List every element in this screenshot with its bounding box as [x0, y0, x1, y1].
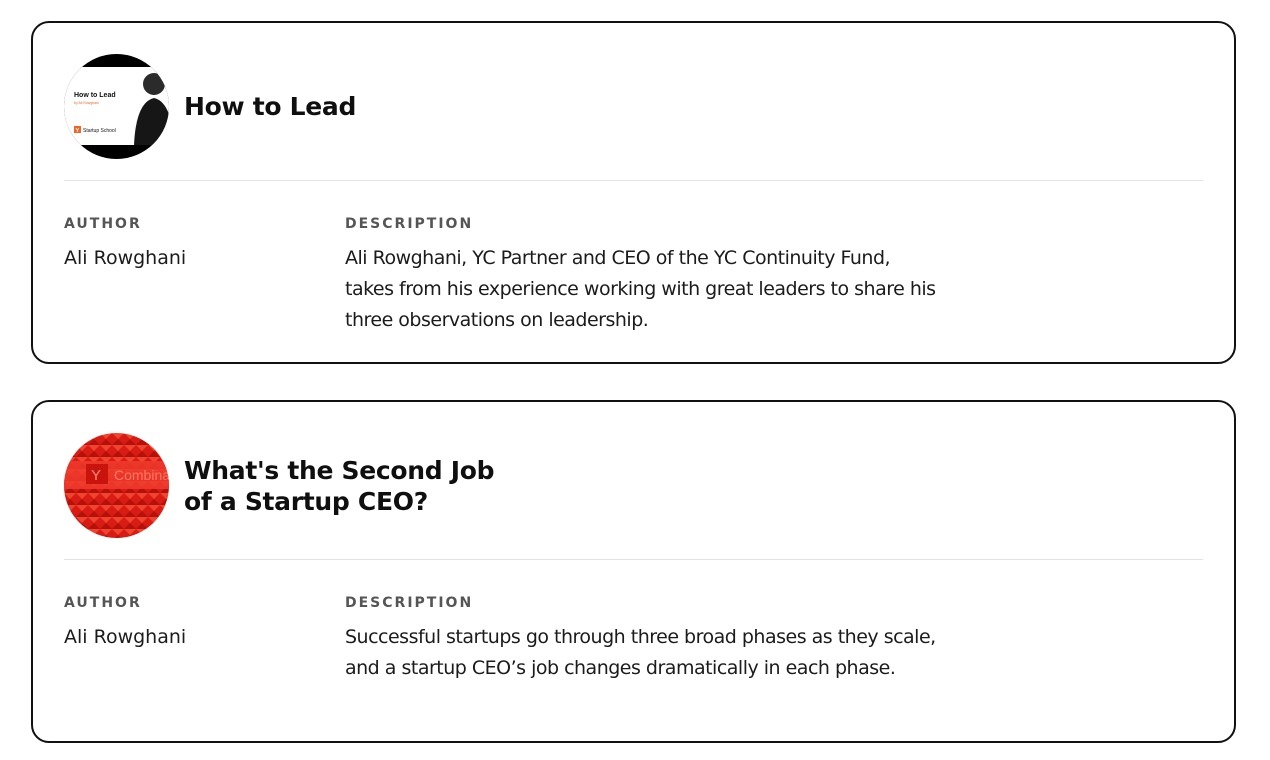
video-thumbnail-icon[interactable]: How to Lead by Ali Rowghani Y Startup Sc…	[64, 54, 169, 159]
svg-text:Y: Y	[76, 128, 80, 134]
card-title[interactable]: How to Lead	[184, 23, 514, 190]
author-name: Ali Rowghani	[64, 626, 187, 648]
divider	[64, 180, 1203, 181]
description-label: DESCRIPTION	[345, 595, 474, 611]
article-card[interactable]: Y Combina What's the Second Job of a Sta…	[31, 400, 1236, 743]
thumbnail-logo-text: Startup School	[83, 128, 116, 134]
description-text: Ali Rowghani, YC Partner and CEO of the …	[345, 247, 936, 331]
author-label: AUTHOR	[64, 595, 142, 611]
description-text: Successful startups go through three bro…	[345, 626, 936, 679]
thumbnail-logo-text: Combina	[114, 467, 169, 483]
thumbnail-title-text: How to Lead	[74, 92, 116, 99]
description-label: DESCRIPTION	[345, 216, 474, 232]
author-label: AUTHOR	[64, 216, 142, 232]
thumbnail-byline-text: by Ali Rowghani	[74, 101, 99, 105]
video-thumbnail-icon[interactable]: Y Combina	[64, 433, 169, 538]
article-card[interactable]: How to Lead by Ali Rowghani Y Startup Sc…	[31, 21, 1236, 364]
svg-text:Y: Y	[91, 467, 101, 484]
divider	[64, 559, 1203, 560]
card-title[interactable]: What's the Second Job of a Startup CEO?	[184, 402, 514, 569]
author-name: Ali Rowghani	[64, 247, 187, 269]
